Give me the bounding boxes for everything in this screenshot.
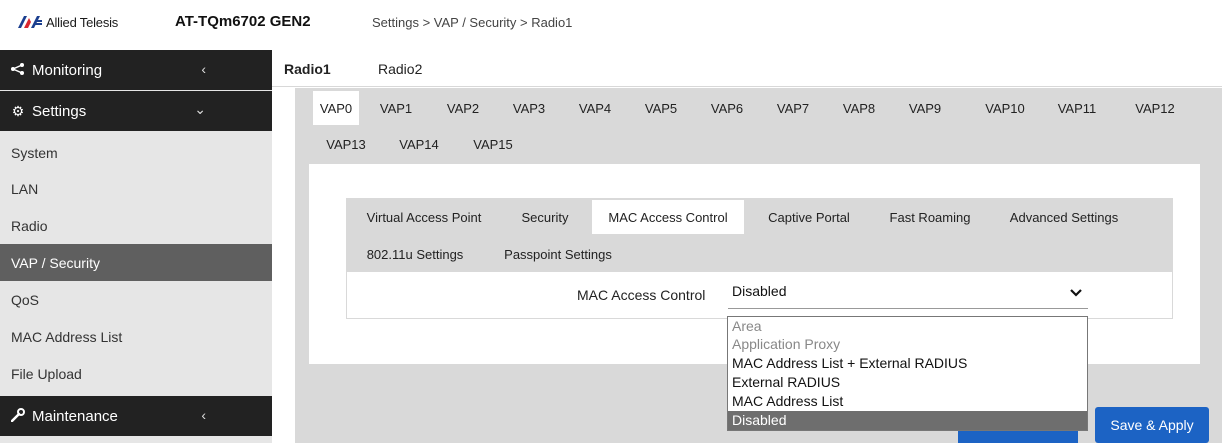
tab-vap13[interactable]: VAP13	[323, 127, 369, 161]
chevron-left-icon: ‹	[201, 407, 206, 423]
save-apply-button[interactable]: Save & Apply	[1095, 407, 1209, 443]
mac-access-control-label: MAC Access Control	[577, 287, 706, 303]
sidebar-item-vap-security[interactable]: VAP / Security	[0, 244, 272, 281]
breadcrumb: Settings > VAP / Security > Radio1	[372, 15, 573, 30]
tab-80211u-settings[interactable]: 802.11u Settings	[352, 237, 478, 271]
tab-advanced-settings[interactable]: Advanced Settings	[996, 200, 1132, 234]
gear-icon: ⚙	[11, 102, 25, 119]
tab-vap10[interactable]: VAP10	[983, 91, 1027, 125]
sidebar-item-maintenance[interactable]: Maintenance ‹	[0, 396, 272, 436]
allied-telesis-logo: Allied Telesis	[18, 12, 118, 32]
sidebar-item-qos[interactable]: QoS	[0, 281, 272, 318]
tab-vap2[interactable]: VAP2	[446, 91, 480, 125]
brand-name: Allied Telesis	[46, 14, 119, 30]
sidebar-item-label: MAC Address List	[11, 328, 123, 345]
sidebar-item-settings[interactable]: ⚙ Settings ⌄	[0, 91, 272, 131]
tab-divider	[272, 86, 1222, 87]
option-mac-address-list[interactable]: MAC Address List	[728, 392, 1087, 411]
chevron-left-icon: ‹	[201, 61, 206, 77]
tab-virtual-access-point[interactable]: Virtual Access Point	[352, 200, 496, 234]
tab-vap12[interactable]: VAP12	[1131, 91, 1179, 125]
tab-security[interactable]: Security	[510, 200, 580, 234]
sidebar-item-label: QoS	[11, 291, 40, 308]
sidebar-item-label: Settings	[32, 102, 87, 120]
tab-vap11[interactable]: VAP11	[1055, 91, 1099, 125]
sidebar-item-system[interactable]: System	[0, 134, 272, 171]
option-external-radius[interactable]: External RADIUS	[728, 373, 1087, 392]
tab-vap14[interactable]: VAP14	[396, 127, 442, 161]
sidebar-item-radio[interactable]: Radio	[0, 207, 272, 244]
sidebar-item-label: LAN	[11, 180, 39, 197]
mac-access-control-select[interactable]: Disabled	[728, 279, 1088, 309]
tab-vap9[interactable]: VAP9	[908, 91, 942, 125]
tab-passpoint-settings[interactable]: Passpoint Settings	[489, 237, 627, 271]
option-application-proxy: Application Proxy	[732, 336, 841, 352]
share-icon	[8, 62, 28, 78]
sidebar-item-label: System	[11, 144, 58, 161]
tab-radio2[interactable]: Radio2	[378, 61, 422, 77]
wrench-icon	[8, 407, 28, 425]
brand-mark-icon	[18, 16, 42, 28]
mac-access-control-dropdown: Area Application Proxy MAC Address List …	[727, 316, 1088, 431]
chevron-down-icon: ⌄	[194, 101, 206, 117]
sidebar-item-mac-address-list[interactable]: MAC Address List	[0, 318, 272, 355]
tab-mac-access-control[interactable]: MAC Access Control	[592, 200, 744, 234]
tab-vap5[interactable]: VAP5	[644, 91, 678, 125]
option-disabled[interactable]: Disabled	[728, 411, 1087, 430]
sidebar-item-file-upload[interactable]: File Upload	[0, 355, 272, 392]
tab-vap7[interactable]: VAP7	[776, 91, 810, 125]
option-mac-address-list-external-radius[interactable]: MAC Address List + External RADIUS	[728, 354, 1087, 373]
tab-vap15[interactable]: VAP15	[470, 127, 516, 161]
sidebar-item-monitoring[interactable]: Monitoring ‹	[0, 50, 272, 90]
tab-vap0[interactable]: VAP0	[313, 91, 359, 125]
sidebar: Monitoring ‹ ⚙ Settings ⌄ System LAN Rad…	[0, 50, 272, 443]
option-area: Area	[732, 318, 762, 334]
select-value: Disabled	[732, 283, 787, 299]
tab-vap8[interactable]: VAP8	[842, 91, 876, 125]
sidebar-item-label: Radio	[11, 217, 48, 234]
tab-vap4[interactable]: VAP4	[578, 91, 612, 125]
tab-vap6[interactable]: VAP6	[710, 91, 744, 125]
sidebar-item-label: Monitoring	[32, 61, 103, 79]
sidebar-item-label: File Upload	[11, 365, 82, 382]
tab-vap3[interactable]: VAP3	[512, 91, 546, 125]
sidebar-item-label: VAP / Security	[11, 254, 100, 271]
tab-radio1[interactable]: Radio1	[284, 61, 331, 77]
device-name: AT-TQm6702 GEN2	[175, 13, 311, 30]
header: Allied Telesis AT-TQm6702 GEN2 Settings …	[0, 0, 1222, 48]
sidebar-item-label: Maintenance	[32, 407, 118, 425]
tab-vap1[interactable]: VAP1	[379, 91, 413, 125]
chevron-down-icon	[1070, 285, 1082, 301]
tab-fast-roaming[interactable]: Fast Roaming	[877, 200, 983, 234]
tab-captive-portal[interactable]: Captive Portal	[755, 200, 863, 234]
sidebar-item-lan[interactable]: LAN	[0, 170, 272, 207]
